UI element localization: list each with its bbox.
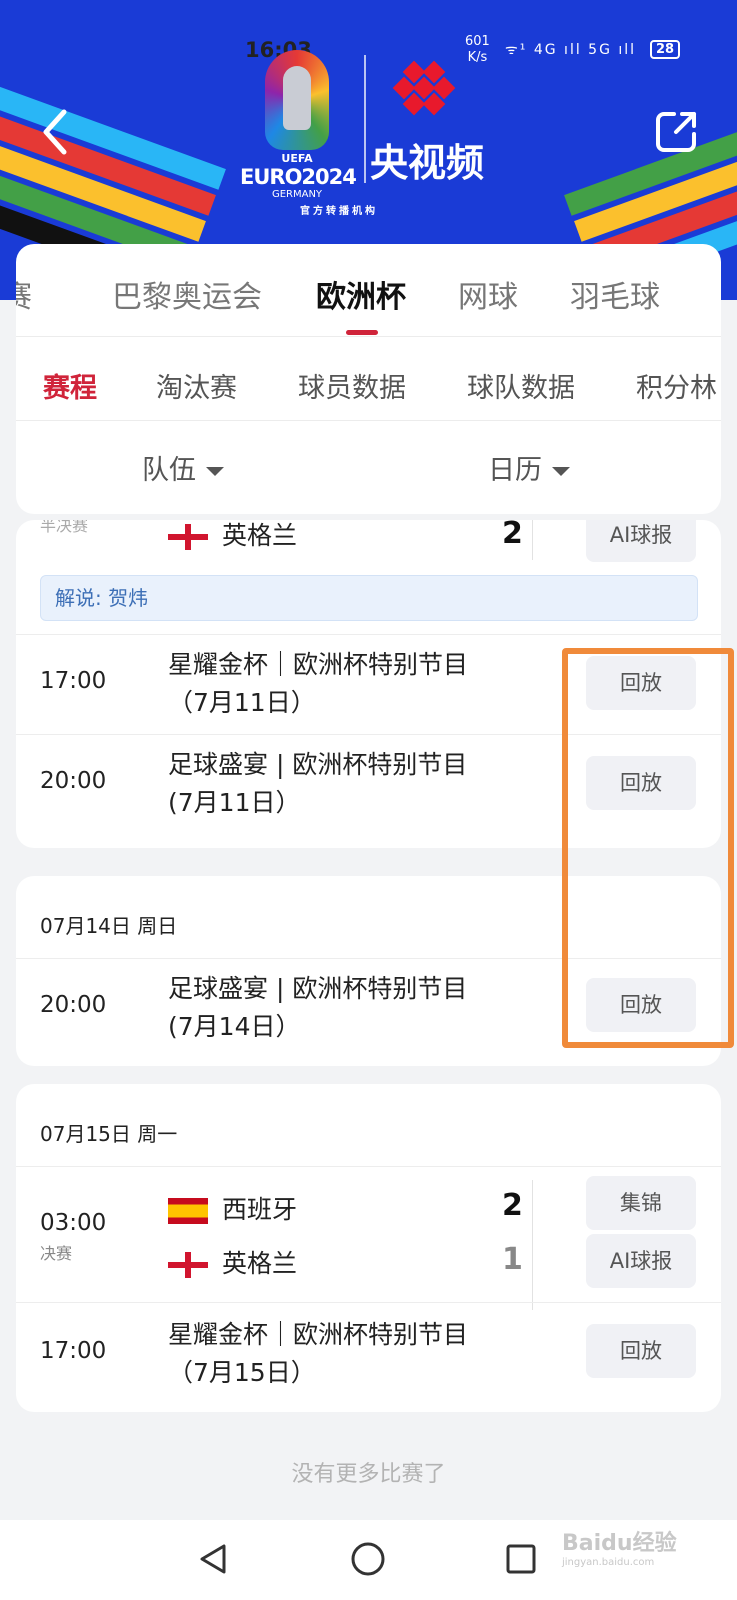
tab-card: 赛 巴黎奥运会 欧洲杯 网球 羽毛球 赛程 淘汰赛 球员数据 球队数据 积分林 … bbox=[16, 244, 721, 514]
program-time: 17:00 bbox=[40, 668, 107, 694]
divider bbox=[16, 1166, 721, 1167]
euro2024-logo: UEFA EURO2024 GERMANY bbox=[240, 50, 357, 220]
divider bbox=[16, 420, 721, 421]
ai-report-button[interactable]: AI球报 bbox=[586, 1234, 696, 1288]
team-england: 英格兰 bbox=[168, 1244, 297, 1280]
circle-home-icon bbox=[351, 1542, 385, 1576]
program-time: 20:00 bbox=[40, 768, 107, 794]
annotation-highlight-box bbox=[562, 648, 734, 1048]
share-button[interactable] bbox=[654, 108, 700, 154]
score-team1: 2 bbox=[502, 1188, 523, 1223]
ai-report-button[interactable]: AI球报 bbox=[586, 520, 696, 562]
match-time: 03:00 bbox=[40, 1210, 107, 1236]
replay-button[interactable]: 回放 bbox=[586, 1324, 696, 1378]
end-of-list-text: 没有更多比赛了 bbox=[291, 1462, 446, 1487]
nav-recent-button[interactable] bbox=[496, 1534, 546, 1584]
match-stage: 半决赛 bbox=[40, 520, 89, 535]
team-filter-dropdown[interactable]: 队伍 bbox=[142, 448, 224, 487]
triangle-back-icon bbox=[200, 1544, 226, 1574]
schedule-card: 07月15日 周一 03:00 决赛 西班牙 2 英格兰 1 集锦 AI球报 1… bbox=[16, 1084, 721, 1412]
england-flag-icon bbox=[168, 1252, 208, 1278]
calendar-filter-dropdown[interactable]: 日历 bbox=[488, 448, 570, 487]
match-stage: 决赛 bbox=[40, 1244, 73, 1263]
tab-partial[interactable]: 赛 bbox=[16, 272, 32, 316]
square-recent-icon bbox=[506, 1544, 536, 1574]
nav-back-button[interactable] bbox=[190, 1534, 240, 1584]
subtab-player-stats[interactable]: 球员数据 bbox=[298, 366, 406, 405]
caret-down-icon bbox=[552, 467, 570, 476]
subtab-standings[interactable]: 积分林 bbox=[636, 366, 717, 405]
team-england: 英格兰 bbox=[168, 520, 297, 552]
tab-olympics[interactable]: 巴黎奥运会 bbox=[112, 272, 262, 316]
nav-home-button[interactable] bbox=[343, 1534, 393, 1584]
program-time: 20:00 bbox=[40, 992, 107, 1018]
date-header: 07月14日 周日 bbox=[40, 914, 178, 938]
program-time: 17:00 bbox=[40, 1338, 107, 1364]
subtab-schedule[interactable]: 赛程 bbox=[43, 366, 97, 405]
subtab-knockout[interactable]: 淘汰赛 bbox=[156, 366, 237, 405]
program-title: 足球盛宴 | 欧洲杯特别节目 (7月11日） bbox=[168, 750, 468, 817]
battery-icon: 28 bbox=[650, 40, 681, 59]
date-header: 07月15日 周一 bbox=[40, 1122, 178, 1146]
score: 2 bbox=[502, 520, 523, 551]
divider bbox=[532, 1180, 533, 1310]
highlights-button[interactable]: 集锦 bbox=[586, 1176, 696, 1230]
program-title: 星耀金杯｜欧洲杯特别节目 （7月11日） bbox=[168, 650, 469, 717]
caret-down-icon bbox=[206, 467, 224, 476]
program-title: 星耀金杯｜欧洲杯特别节目 （7月15日） bbox=[168, 1320, 469, 1387]
active-tab-indicator bbox=[346, 330, 378, 335]
tab-euro-cup[interactable]: 欧洲杯 bbox=[316, 272, 406, 316]
main-tab-bar: 赛 巴黎奥运会 欧洲杯 网球 羽毛球 bbox=[16, 244, 721, 340]
cctv-video-logo: 央视频 bbox=[370, 60, 496, 190]
back-button[interactable] bbox=[36, 104, 80, 160]
score-team2: 1 bbox=[502, 1242, 523, 1277]
logo-divider bbox=[364, 55, 366, 183]
signal-icons: ᯤ¹ 4G ıll 5G ıll bbox=[505, 42, 637, 58]
commentary-banner: 解说: 贺炜 bbox=[40, 575, 698, 621]
status-bar: 16:03 601 K/s ᯤ¹ 4G ıll 5G ıll 28 bbox=[0, 34, 737, 72]
england-flag-icon bbox=[168, 524, 208, 550]
divider bbox=[16, 634, 721, 635]
divider bbox=[532, 520, 533, 560]
trophy-icon bbox=[265, 50, 329, 150]
baidu-watermark: Baidu经验 jingyan.baidu.com bbox=[562, 1531, 677, 1568]
subtab-team-stats[interactable]: 球队数据 bbox=[467, 366, 575, 405]
tab-tennis[interactable]: 网球 bbox=[458, 272, 518, 316]
cctv-mark-icon bbox=[386, 60, 466, 124]
broadcaster-tagline: 官方转播机构 bbox=[300, 206, 378, 217]
chevron-left-icon bbox=[43, 109, 67, 155]
tab-badminton[interactable]: 羽毛球 bbox=[570, 272, 660, 316]
share-icon bbox=[656, 112, 696, 152]
divider bbox=[16, 336, 721, 337]
divider bbox=[16, 1302, 721, 1303]
program-title: 足球盛宴 | 欧洲杯特别节目 (7月14日） bbox=[168, 974, 468, 1041]
spain-flag-icon bbox=[168, 1198, 208, 1224]
team-spain: 西班牙 bbox=[168, 1190, 297, 1226]
